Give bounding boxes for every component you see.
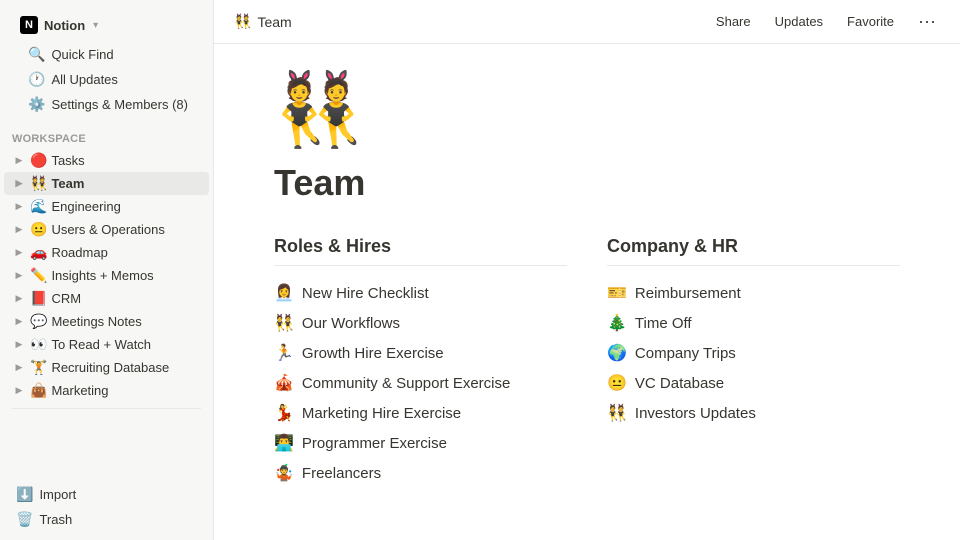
list-item-label: Marketing Hire Exercise <box>302 405 461 422</box>
list-item-label: Freelancers <box>302 465 381 482</box>
gear-icon: ⚙️ <box>28 96 45 113</box>
sidebar-item-settings[interactable]: ⚙️ Settings & Members (8) <box>16 92 197 117</box>
page-title: Team <box>274 162 900 204</box>
list-item[interactable]: 🤹 Freelancers <box>274 458 567 488</box>
topbar-actions: Share Updates Favorite ··· <box>712 9 940 34</box>
list-item-emoji: 🏃 <box>274 343 294 363</box>
expand-arrow-icon: ▶ <box>12 270 26 281</box>
topbar: 👯 Team Share Updates Favorite ··· <box>214 0 960 44</box>
workspace-name: Notion <box>44 18 85 33</box>
list-item[interactable]: 🌍 Company Trips <box>607 338 900 368</box>
trash-icon: 🗑️ <box>16 511 33 528</box>
list-item[interactable]: 🎫 Reimbursement <box>607 278 900 308</box>
list-item[interactable]: 💃 Marketing Hire Exercise <box>274 398 567 428</box>
expand-arrow-icon: ▶ <box>12 293 26 304</box>
sidebar-item-team[interactable]: ▶ 👯 Team <box>4 172 209 195</box>
topbar-emoji: 👯 <box>234 13 251 30</box>
sidebar-item-meetings[interactable]: ▶ 💬 Meetings Notes <box>4 310 209 333</box>
list-item-emoji: 💃 <box>274 403 294 423</box>
company-list: 🎫 Reimbursement 🎄 Time Off 🌍 Company Tri… <box>607 278 900 428</box>
list-item[interactable]: 👯 Our Workflows <box>274 308 567 338</box>
list-item-emoji: 🤹 <box>274 463 294 483</box>
expand-arrow-icon: ▶ <box>12 339 26 350</box>
page-content: 👯 Team Roles & Hires 👩‍💼 New Hire Checkl… <box>214 44 960 540</box>
clock-icon: 🕐 <box>28 71 45 88</box>
sidebar-item-engineering[interactable]: ▶ 🌊 Engineering <box>4 195 209 218</box>
expand-arrow-icon: ▶ <box>12 201 26 212</box>
workspace-section-label: WORKSPACE <box>0 123 213 149</box>
workspace-chevron-icon: ▾ <box>93 20 98 31</box>
more-button[interactable]: ··· <box>914 9 940 34</box>
list-item-emoji: 🎫 <box>607 283 627 303</box>
list-item-emoji: 🎪 <box>274 373 294 393</box>
expand-arrow-icon: ▶ <box>12 155 26 166</box>
sidebar-item-marketing[interactable]: ▶ 👜 Marketing <box>4 379 209 402</box>
list-item-emoji: 🌍 <box>607 343 627 363</box>
expand-arrow-icon: ▶ <box>12 385 26 396</box>
list-item[interactable]: 🎪 Community & Support Exercise <box>274 368 567 398</box>
list-item[interactable]: 🏃 Growth Hire Exercise <box>274 338 567 368</box>
list-item-label: VC Database <box>635 375 724 392</box>
list-item[interactable]: 😐 VC Database <box>607 368 900 398</box>
section-heading-roles: Roles & Hires <box>274 236 567 266</box>
section-company-hr: Company & HR 🎫 Reimbursement 🎄 Time Off … <box>607 236 900 488</box>
content-grid: Roles & Hires 👩‍💼 New Hire Checklist 👯 O… <box>274 236 900 488</box>
list-item[interactable]: 👯 Investors Updates <box>607 398 900 428</box>
section-heading-company: Company & HR <box>607 236 900 266</box>
expand-arrow-icon: ▶ <box>12 362 26 373</box>
main-panel: 👯 Team Share Updates Favorite ··· 👯 Team… <box>214 0 960 540</box>
list-item[interactable]: 👨‍💻 Programmer Exercise <box>274 428 567 458</box>
list-item-emoji: 👯 <box>607 403 627 423</box>
list-item-label: Time Off <box>635 315 692 332</box>
list-item-emoji: 😐 <box>607 373 627 393</box>
expand-arrow-icon: ▶ <box>12 178 26 189</box>
notion-logo: N <box>20 16 38 34</box>
sidebar-item-allupdates[interactable]: 🕐 All Updates <box>16 67 197 92</box>
sidebar-item-toread[interactable]: ▶ 👀 To Read + Watch <box>4 333 209 356</box>
sidebar-item-users-operations[interactable]: ▶ 😐 Users & Operations <box>4 218 209 241</box>
list-item-emoji: 👨‍💻 <box>274 433 294 453</box>
sidebar-item-crm[interactable]: ▶ 📕 CRM <box>4 287 209 310</box>
list-item-label: Company Trips <box>635 345 736 362</box>
expand-arrow-icon: ▶ <box>12 247 26 258</box>
page-emoji: 👯 <box>274 74 900 146</box>
sidebar-item-trash[interactable]: 🗑️ Trash <box>4 507 209 532</box>
workspace-header[interactable]: N Notion ▾ <box>12 10 201 40</box>
expand-arrow-icon: ▶ <box>12 224 26 235</box>
list-item[interactable]: 👩‍💼 New Hire Checklist <box>274 278 567 308</box>
sidebar: N Notion ▾ 🔍 Quick Find 🕐 All Updates ⚙️… <box>0 0 214 540</box>
sidebar-item-roadmap[interactable]: ▶ 🚗 Roadmap <box>4 241 209 264</box>
list-item-label: Reimbursement <box>635 285 741 302</box>
list-item[interactable]: 🎄 Time Off <box>607 308 900 338</box>
list-item-label: Our Workflows <box>302 315 400 332</box>
share-button[interactable]: Share <box>712 12 755 31</box>
sidebar-item-insights[interactable]: ▶ ✏️ Insights + Memos <box>4 264 209 287</box>
import-icon: ⬇️ <box>16 486 33 503</box>
sidebar-item-quickfind[interactable]: 🔍 Quick Find <box>16 42 197 67</box>
expand-arrow-icon: ▶ <box>12 316 26 327</box>
list-item-label: Investors Updates <box>635 405 756 422</box>
sidebar-item-import[interactable]: ⬇️ Import <box>4 482 209 507</box>
topbar-page-name: Team <box>257 14 291 30</box>
roles-list: 👩‍💼 New Hire Checklist 👯 Our Workflows 🏃… <box>274 278 567 488</box>
list-item-emoji: 👩‍💼 <box>274 283 294 303</box>
list-item-label: Community & Support Exercise <box>302 375 510 392</box>
search-icon: 🔍 <box>28 46 45 63</box>
section-roles-hires: Roles & Hires 👩‍💼 New Hire Checklist 👯 O… <box>274 236 567 488</box>
sidebar-divider <box>12 408 201 409</box>
topbar-title: 👯 Team <box>234 13 292 30</box>
sidebar-item-tasks[interactable]: ▶ 🔴 Tasks <box>4 149 209 172</box>
updates-button[interactable]: Updates <box>771 12 827 31</box>
favorite-button[interactable]: Favorite <box>843 12 898 31</box>
list-item-emoji: 👯 <box>274 313 294 333</box>
sidebar-item-recruiting[interactable]: ▶ 🏋️ Recruiting Database <box>4 356 209 379</box>
list-item-label: Programmer Exercise <box>302 435 447 452</box>
list-item-label: Growth Hire Exercise <box>302 345 444 362</box>
list-item-label: New Hire Checklist <box>302 285 429 302</box>
list-item-emoji: 🎄 <box>607 313 627 333</box>
